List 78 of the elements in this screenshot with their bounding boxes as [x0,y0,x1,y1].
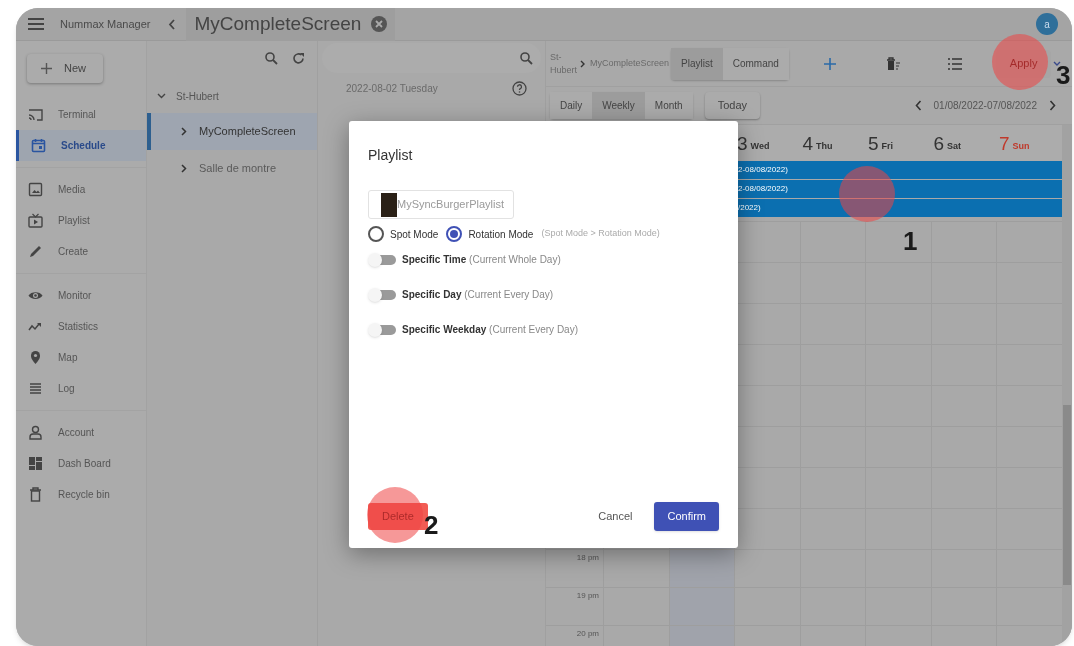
help-icon[interactable] [512,81,527,96]
view-tab[interactable]: Daily [550,92,593,119]
view-tab[interactable]: Weekly [592,92,645,119]
image-icon [28,182,43,197]
trash-icon [28,487,43,502]
plus-icon[interactable] [823,57,836,70]
sidebar-item[interactable]: Media [16,174,146,205]
dashboard-icon [28,456,43,471]
today-button[interactable]: Today [704,92,760,119]
view-tab[interactable]: Month [644,92,693,119]
sidebar-item[interactable]: Playlist [16,205,146,236]
chevron-down-icon [157,93,166,99]
time-label: 19 pm [576,590,599,602]
mode-tab[interactable]: Playlist [671,47,723,80]
day-header: 6 Sat [932,132,963,156]
person-icon [28,425,43,440]
highlight-overlay [839,166,895,222]
delete-list-icon[interactable] [885,57,900,70]
day-header: 7 Sun [998,132,1031,156]
pencil-icon [28,244,43,259]
day-header: 4 Thu [801,132,834,156]
day-header: 3 Wed [736,132,771,156]
date-range: 01/08/2022-07/08/2022 [933,99,1037,113]
search-icon [520,51,533,65]
thumbnail-image [381,192,397,217]
sidebar-item[interactable]: Monitor [16,280,146,311]
avatar[interactable]: a [1036,13,1058,35]
mode-radio[interactable]: Spot Mode [368,226,439,242]
tree-item[interactable]: Salle de montre [147,150,317,187]
sidebar-item[interactable]: Schedule [16,130,146,161]
search-icon[interactable] [265,51,278,65]
new-button[interactable]: New [27,54,103,83]
breadcrumb-link[interactable]: MyCompleteScreen [590,56,670,71]
close-icon[interactable] [371,16,388,32]
highlight-overlay [367,487,423,543]
sidebar-item[interactable]: Dash Board [16,448,146,479]
dialog-title: Playlist [368,146,414,165]
mode-radio[interactable]: Rotation Mode [446,226,534,242]
tv-icon [28,213,43,228]
toggle-switch[interactable] [368,287,396,302]
sidebar-item[interactable]: Log [16,373,146,404]
cast-icon [28,107,43,122]
chevron-icon [580,59,586,68]
app-name: Nummax Manager [60,16,151,32]
previous-icon[interactable] [914,100,922,111]
sidebar-item[interactable]: Recycle bin [16,479,146,510]
refresh-icon[interactable] [292,51,305,65]
chevron-right-icon [181,127,187,136]
list-icon [28,381,43,396]
confirm-button[interactable]: Confirm [654,502,719,531]
highlight-overlay [992,34,1048,90]
tree-item[interactable]: St-Hubert [147,79,317,113]
caret-icon[interactable] [1053,60,1062,67]
sidebar-item[interactable]: Create [16,236,146,267]
toggle-switch[interactable] [368,252,396,267]
list-icon[interactable] [947,57,962,70]
next-icon[interactable] [1049,100,1056,111]
calendar-icon [31,138,46,153]
tree-item[interactable]: MyCompleteScreen [147,113,317,150]
step-number: 1 [903,228,918,254]
map-pin-icon [28,350,43,365]
mode-tab[interactable]: Command [722,47,789,80]
toggle-switch[interactable] [368,322,396,337]
sidebar-item[interactable]: Map [16,342,146,373]
step-number: 3 [1056,62,1071,88]
time-label: 20 pm [576,628,599,640]
back-icon[interactable] [168,18,177,30]
date-heading: 2022-08-02 Tuesday [346,82,439,96]
chevron-right-icon [181,164,187,173]
sidebar-item[interactable]: Statistics [16,311,146,342]
cancel-button[interactable]: Cancel [588,503,643,530]
day-header: 5 Fri [867,132,895,156]
sidebar-item[interactable]: Account [16,417,146,448]
menu-icon[interactable] [28,18,44,30]
sidebar-item[interactable]: Terminal [16,99,146,130]
screen-tab[interactable]: MyCompleteScreen [186,8,396,41]
playlist-field[interactable]: MySyncBurgerPlaylist [368,190,514,219]
plus-icon [41,63,52,74]
